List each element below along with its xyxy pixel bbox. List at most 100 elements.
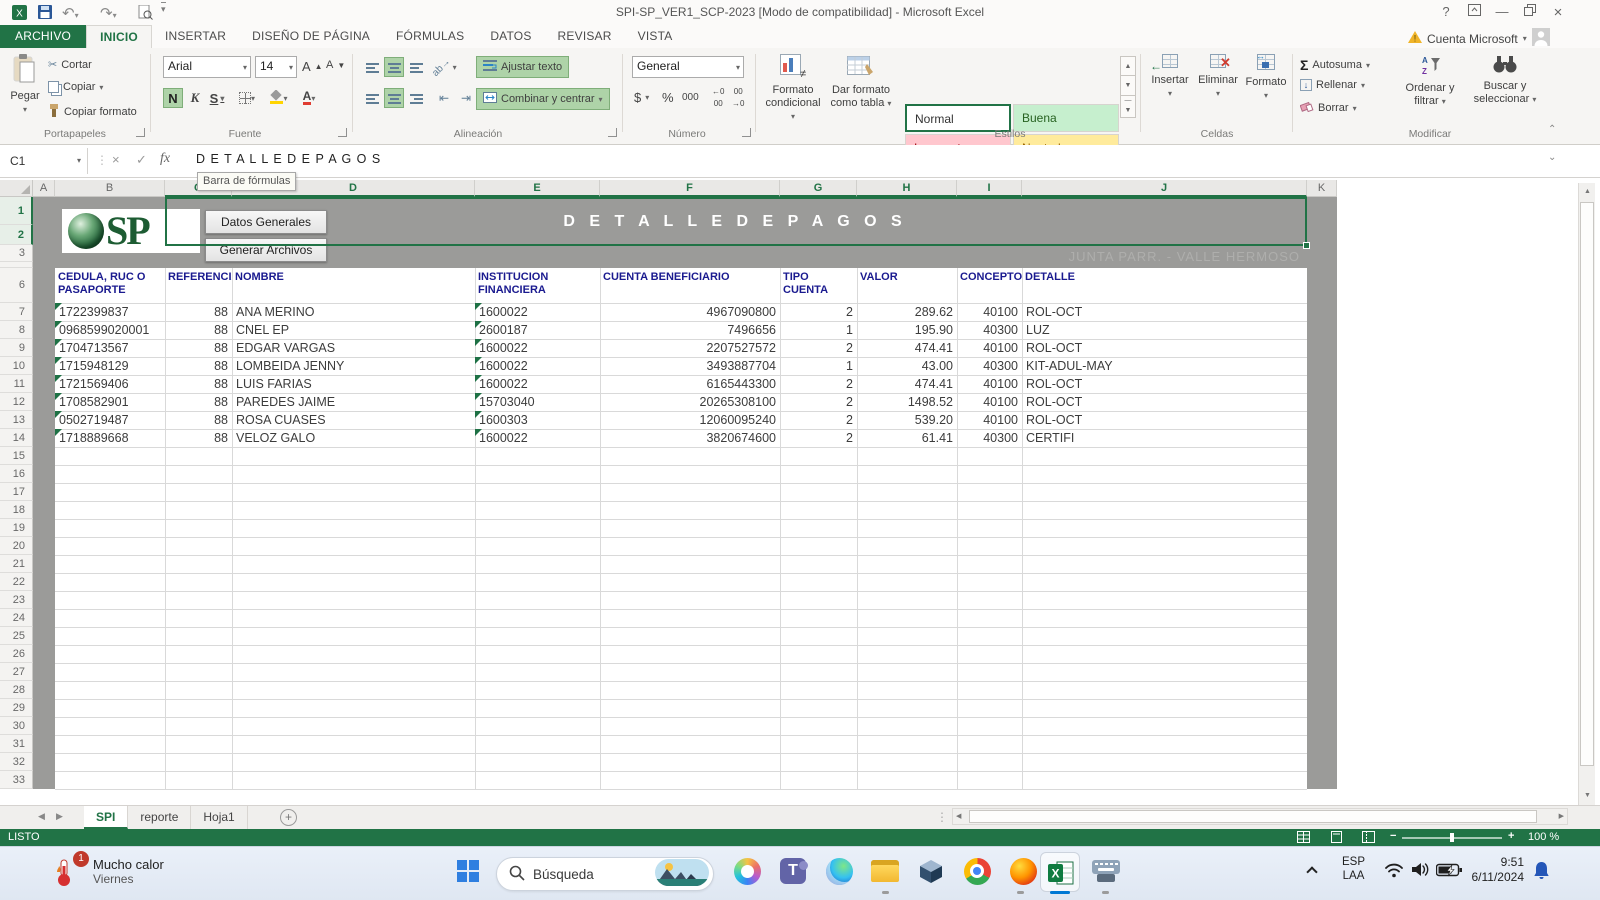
insert-cells-button[interactable]: ← Insertar▾ bbox=[1148, 54, 1192, 126]
format-as-table-button[interactable]: Dar formatocomo tabla ▾ bbox=[828, 54, 894, 126]
row-header-14[interactable]: 14 bbox=[0, 429, 33, 447]
cancel-icon[interactable]: × bbox=[112, 152, 120, 167]
increase-indent-button[interactable]: ⇥ bbox=[456, 88, 476, 108]
table-cell[interactable]: LUZ bbox=[1022, 321, 1307, 339]
table-cell[interactable]: 1 bbox=[780, 321, 857, 339]
paste-button[interactable]: Pegar▾ bbox=[6, 54, 44, 126]
increase-decimal-button[interactable]: ←000 bbox=[712, 88, 724, 108]
row-header-3[interactable]: 3 bbox=[0, 245, 33, 262]
table-cell[interactable]: ROL-OCT bbox=[1022, 303, 1307, 321]
table-cell[interactable]: 40300 bbox=[957, 429, 1022, 447]
table-cell[interactable]: 61.41 bbox=[857, 429, 957, 447]
table-cell[interactable]: 2 bbox=[780, 339, 857, 357]
format-painter-button[interactable]: Copiar formato bbox=[48, 104, 137, 120]
column-header-J[interactable]: J bbox=[1022, 180, 1307, 197]
name-box[interactable]: C1▾ bbox=[0, 148, 88, 174]
table-cell[interactable]: 2 bbox=[780, 303, 857, 321]
table-cell[interactable]: 88 bbox=[165, 339, 232, 357]
scroll-up-icon[interactable]: ▲ bbox=[1581, 185, 1594, 199]
table-cell[interactable]: 40100 bbox=[957, 393, 1022, 411]
horizontal-scrollbar[interactable]: ◀ ▶ bbox=[952, 808, 1568, 825]
row-header-25[interactable]: 25 bbox=[0, 627, 33, 645]
orientation-button[interactable]: ab→▾ bbox=[434, 57, 454, 77]
zoom-level[interactable]: 100 % bbox=[1528, 831, 1559, 843]
help-icon[interactable]: ? bbox=[1434, 4, 1458, 19]
fill-color-button[interactable]: ▾ bbox=[269, 88, 289, 108]
column-header-A[interactable]: A bbox=[33, 180, 55, 197]
table-cell[interactable]: 1600022 bbox=[475, 303, 600, 321]
normal-view-icon[interactable] bbox=[1297, 831, 1310, 846]
fill-handle[interactable] bbox=[1303, 242, 1310, 249]
page-break-view-icon[interactable] bbox=[1362, 831, 1375, 846]
table-cell[interactable]: 15703040 bbox=[475, 393, 600, 411]
select-all-corner[interactable] bbox=[0, 180, 33, 197]
row-header-21[interactable]: 21 bbox=[0, 555, 33, 573]
format-cells-button[interactable]: ↔ Formato▾ bbox=[1244, 54, 1288, 126]
account-area[interactable]: ! Cuenta Microsoft ▾ bbox=[1408, 28, 1550, 49]
table-cell[interactable]: 1722399837 bbox=[55, 303, 165, 321]
row-header-30[interactable]: 30 bbox=[0, 717, 33, 735]
table-cell[interactable]: 2 bbox=[780, 375, 857, 393]
table-cell[interactable]: 1600022 bbox=[475, 357, 600, 375]
sheet-nav-left-icon[interactable]: ◀ bbox=[38, 811, 45, 822]
row-header-32[interactable]: 32 bbox=[0, 753, 33, 771]
scroll-left-icon[interactable]: ◀ bbox=[956, 812, 961, 820]
table-cell[interactable]: 1600022 bbox=[475, 429, 600, 447]
row-header-6[interactable]: 6 bbox=[0, 268, 33, 303]
table-cell[interactable]: 88 bbox=[165, 357, 232, 375]
font-family-combo[interactable]: Arial▾ bbox=[163, 56, 251, 78]
ribbon-tab-inicio[interactable]: INICIO bbox=[86, 25, 152, 48]
table-cell[interactable]: 40100 bbox=[957, 411, 1022, 429]
column-header-F[interactable]: F bbox=[600, 180, 780, 197]
table-cell[interactable]: KIT-ADUL-MAY bbox=[1022, 357, 1307, 375]
font-dialog-launcher[interactable] bbox=[338, 128, 347, 137]
table-cell[interactable]: 4967090800 bbox=[600, 303, 780, 321]
speaker-icon[interactable] bbox=[1410, 861, 1430, 881]
search-highlight-image[interactable] bbox=[655, 859, 709, 889]
table-cell[interactable]: EDGAR VARGAS bbox=[232, 339, 475, 357]
table-cell[interactable]: 2600187 bbox=[475, 321, 600, 339]
language-indicator[interactable]: ESP LAA bbox=[1342, 855, 1365, 883]
horizontal-scroll-thumb[interactable] bbox=[969, 810, 1537, 823]
table-cell[interactable]: ROL-OCT bbox=[1022, 339, 1307, 357]
align-right-button[interactable] bbox=[406, 88, 426, 108]
row-header-29[interactable]: 29 bbox=[0, 699, 33, 717]
table-cell[interactable]: 474.41 bbox=[857, 339, 957, 357]
currency-button[interactable]: $▾ bbox=[634, 90, 649, 105]
tab-splitter[interactable]: ⋮ bbox=[936, 810, 948, 824]
avatar[interactable] bbox=[1532, 28, 1550, 49]
find-select-button[interactable]: Buscar yseleccionar ▾ bbox=[1466, 54, 1544, 126]
wifi-icon[interactable] bbox=[1384, 862, 1404, 881]
scroll-down-icon[interactable]: ▼ bbox=[1581, 789, 1594, 803]
table-cell[interactable]: 1718889668 bbox=[55, 429, 165, 447]
table-cell[interactable]: 1600022 bbox=[475, 339, 600, 357]
row-header-9[interactable]: 9 bbox=[0, 339, 33, 357]
alignment-dialog-launcher[interactable] bbox=[608, 128, 617, 137]
new-sheet-icon[interactable]: + bbox=[280, 809, 297, 826]
clipboard-dialog-launcher[interactable] bbox=[136, 128, 145, 137]
table-cell[interactable]: 0502719487 bbox=[55, 411, 165, 429]
page-layout-view-icon[interactable] bbox=[1330, 831, 1343, 846]
virtualbox-icon[interactable] bbox=[915, 855, 947, 887]
row-header-15[interactable]: 15 bbox=[0, 447, 33, 465]
table-cell[interactable]: 2 bbox=[780, 429, 857, 447]
row-header-8[interactable]: 8 bbox=[0, 321, 33, 339]
table-cell[interactable]: 88 bbox=[165, 303, 232, 321]
row-header-33[interactable]: 33 bbox=[0, 771, 33, 789]
table-cell[interactable]: ROL-OCT bbox=[1022, 393, 1307, 411]
table-cell[interactable]: 539.20 bbox=[857, 411, 957, 429]
table-cell[interactable]: VELOZ GALO bbox=[232, 429, 475, 447]
table-cell[interactable]: 88 bbox=[165, 321, 232, 339]
zoom-slider-thumb[interactable] bbox=[1450, 833, 1454, 842]
battery-icon[interactable] bbox=[1436, 863, 1462, 880]
table-cell[interactable]: 88 bbox=[165, 393, 232, 411]
formula-bar-input[interactable]: D E T A L L E D E P A G O S bbox=[196, 152, 1536, 166]
table-cell[interactable]: ROSA CUASES bbox=[232, 411, 475, 429]
shrink-font-button[interactable]: A▼ bbox=[326, 59, 345, 71]
excel-taskbar-button[interactable]: X bbox=[1040, 852, 1080, 892]
table-cell[interactable]: 7496656 bbox=[600, 321, 780, 339]
autosum-button[interactable]: ΣAutosuma▾ bbox=[1300, 57, 1370, 73]
table-cell[interactable]: 474.41 bbox=[857, 375, 957, 393]
fill-button[interactable]: ↓Rellenar▾ bbox=[1300, 79, 1365, 91]
number-format-combo[interactable]: General▾ bbox=[632, 56, 744, 78]
